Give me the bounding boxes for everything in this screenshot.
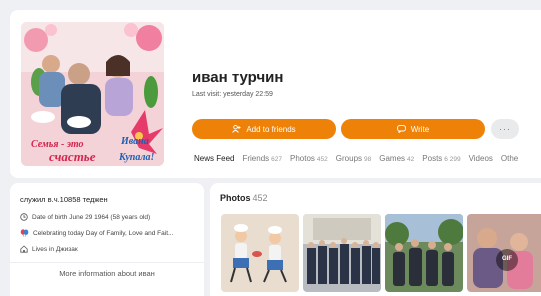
avatar-image: Семья - это счастье Ивана Купала! [21,22,164,166]
lives-in-text: Lives in Джизак [32,245,78,253]
more-information-link[interactable]: More information about иван [10,262,204,283]
tab-groups[interactable]: Groups 98 [336,154,371,168]
profile-name: иван турчин [192,69,284,86]
photo-thumbnail[interactable] [385,214,463,292]
photo-image [467,214,541,292]
photo-image [385,214,463,292]
tab-friends[interactable]: Friends 627 [242,154,282,168]
celebrating-text: Celebrating today Day of Family, Love an… [33,229,174,237]
birth-date-text: Date of birth June 29 1964 (58 years old… [32,213,151,221]
profile-avatar[interactable]: Семья - это счастье Ивана Купала! [21,22,164,166]
message-icon [396,125,406,133]
tab-posts[interactable]: Posts 6 299 [422,154,460,168]
photos-section-title[interactable]: Photos 452 [220,193,268,203]
tab-videos[interactable]: Videos [469,154,493,168]
tab-news-feed[interactable]: News Feed [194,154,234,168]
birth-date-row: Date of birth June 29 1964 (58 years old… [20,213,150,221]
photo-thumbnail[interactable] [221,214,299,292]
photo-thumbnail[interactable] [303,214,381,292]
photo-image [303,214,381,292]
tab-games[interactable]: Games 42 [379,154,414,168]
about-text: служил в.ч.10858 теджен [20,195,108,204]
add-friend-icon [232,125,241,133]
avatar-text-line3: Ивана [120,136,149,147]
tab-other[interactable]: Othe [501,154,518,168]
balloons-icon [20,229,29,237]
gif-thumbnail[interactable]: GIF [467,214,541,292]
write-label: Write [410,124,430,134]
write-button[interactable]: Write [341,119,485,139]
photo-image [221,214,299,292]
celebrating-row[interactable]: Celebrating today Day of Family, Love an… [20,229,173,237]
home-icon [20,245,28,253]
add-to-friends-label: Add to friends [246,124,296,134]
lives-in-row: Lives in Джизак [20,245,78,253]
tab-photos[interactable]: Photos 452 [290,154,328,168]
clock-icon [20,213,28,221]
last-visit-text: Last visit: yesterday 22:59 [192,91,273,98]
more-options-button[interactable]: ··· [491,119,519,139]
profile-tabs: News Feed Friends 627 Photos 452 Groups 98 … [194,154,541,168]
avatar-text-line2: счастье [49,149,96,164]
add-to-friends-button[interactable]: Add to friends [192,119,336,139]
gif-badge: GIF [502,256,512,262]
avatar-text-line4: Купала! [118,152,154,163]
